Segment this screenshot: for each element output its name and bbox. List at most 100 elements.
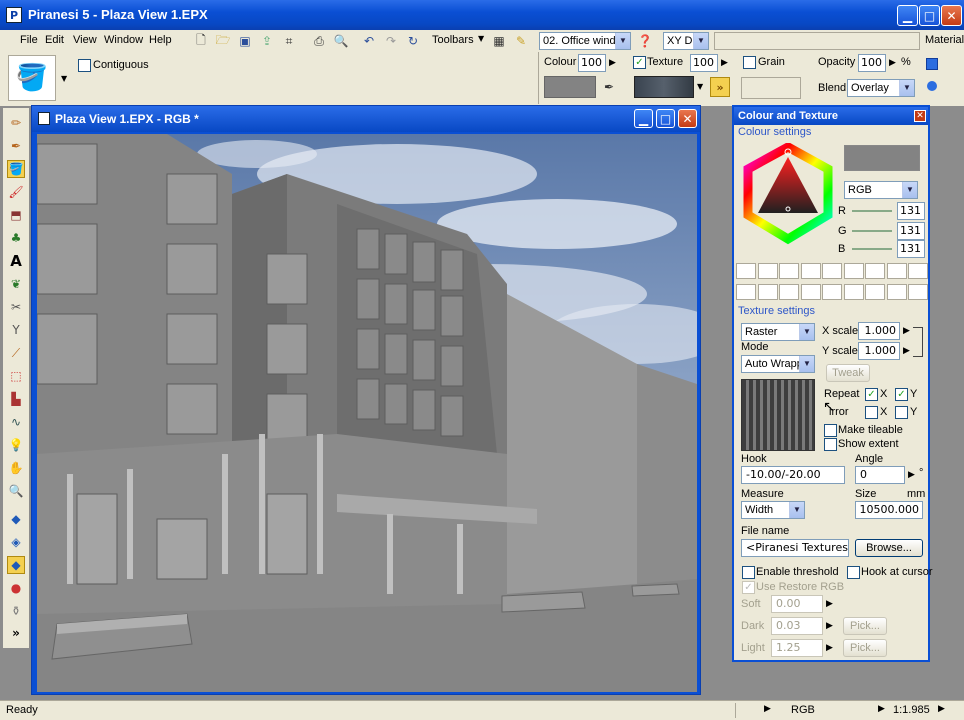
mode-select[interactable]: Auto Wrapp ▼: [741, 355, 815, 373]
cutout-icon[interactable]: ✂: [7, 298, 25, 316]
save-icon[interactable]: ▣: [236, 32, 254, 50]
zoom-arrow-icon[interactable]: ▶: [878, 704, 885, 714]
browse-button[interactable]: Browse...: [855, 539, 923, 557]
mirror-x-checkbox[interactable]: [865, 406, 878, 419]
tool-preset-dropdown-icon[interactable]: ▼: [61, 74, 67, 83]
mirror-y-checkbox[interactable]: [895, 406, 908, 419]
dark-arrow-icon[interactable]: ▶: [824, 617, 835, 635]
axis-select[interactable]: XY D ▼: [663, 32, 709, 50]
hand-icon[interactable]: ✋: [7, 459, 25, 477]
layers-icon[interactable]: ◈: [7, 533, 25, 551]
palette-swatch[interactable]: [908, 263, 928, 279]
colour-wheel[interactable]: [742, 141, 834, 247]
lightbulb-icon[interactable]: 💡: [7, 436, 25, 454]
palette-swatch[interactable]: [800, 263, 821, 279]
zoom-next-icon[interactable]: ▶: [938, 704, 945, 714]
render-canvas[interactable]: [37, 134, 697, 692]
zoom-icon[interactable]: 🔍: [7, 482, 25, 500]
grain-swatch[interactable]: [741, 77, 801, 99]
close-button[interactable]: ✕: [941, 5, 962, 26]
toolbars-dropdown-icon[interactable]: ▼: [478, 34, 484, 43]
material-icon[interactable]: ◆: [7, 556, 25, 574]
viewport-close-button[interactable]: ✕: [678, 109, 697, 128]
r-slider[interactable]: [852, 210, 892, 212]
texture-preview[interactable]: [741, 379, 815, 451]
panel-close-icon[interactable]: ✕: [914, 110, 926, 122]
menu-view[interactable]: View: [73, 34, 97, 46]
tweak-button[interactable]: Tweak: [826, 364, 870, 382]
texture-amount-arrow-icon[interactable]: ▶: [719, 54, 730, 72]
view-select[interactable]: 02. Office windo ▼: [539, 32, 631, 50]
palette-swatch[interactable]: [779, 263, 799, 279]
palette-swatch[interactable]: [757, 284, 778, 300]
xscale-arrow-icon[interactable]: ▶: [901, 322, 912, 340]
cube-icon[interactable]: ◆: [7, 510, 25, 528]
palette-swatch[interactable]: [843, 284, 864, 300]
size-input[interactable]: 10500.000: [855, 501, 923, 519]
refresh-icon[interactable]: ↻: [404, 32, 422, 50]
light-pick-button[interactable]: Pick...: [843, 639, 887, 657]
menu-help[interactable]: Help: [149, 34, 172, 46]
more-tools-icon[interactable]: »: [7, 624, 25, 642]
new-icon[interactable]: 🗋: [192, 32, 210, 50]
soft-arrow-icon[interactable]: ▶: [824, 595, 835, 613]
repeat-y-checkbox[interactable]: ✓: [895, 388, 908, 401]
menu-edit[interactable]: Edit: [45, 34, 64, 46]
blend-mode-icon[interactable]: [927, 81, 937, 91]
palette-swatch[interactable]: [843, 263, 864, 279]
yscale-arrow-icon[interactable]: ▶: [901, 342, 912, 360]
opacity-input[interactable]: 100: [858, 54, 886, 72]
xscale-input[interactable]: 1.000: [858, 322, 900, 340]
box-icon[interactable]: ⬚: [7, 367, 25, 385]
measure-select[interactable]: Width ▼: [741, 501, 805, 519]
palette-swatch[interactable]: [800, 284, 821, 300]
make-tileable-checkbox[interactable]: [824, 424, 837, 437]
colour-mode-select[interactable]: RGB ▼: [844, 181, 918, 199]
scale-lock-icon[interactable]: [913, 327, 923, 357]
menu-window[interactable]: Window: [104, 34, 143, 46]
colour-swatch[interactable]: [544, 76, 596, 98]
show-extent-checkbox[interactable]: [824, 438, 837, 451]
menu-file[interactable]: File: [20, 34, 38, 46]
plant-icon[interactable]: ♣: [7, 229, 25, 247]
contiguous-checkbox[interactable]: [78, 59, 91, 72]
palette-swatch[interactable]: [886, 263, 907, 279]
angle-input[interactable]: 0: [855, 466, 905, 484]
brush-icon[interactable]: 🖌: [7, 183, 25, 201]
texture-amount-input[interactable]: 100: [690, 54, 718, 72]
hook-input[interactable]: -10.00/-20.00: [741, 466, 845, 484]
palette-swatch[interactable]: [865, 263, 885, 279]
minimize-button[interactable]: ▁: [897, 5, 918, 26]
texture-type-select[interactable]: Raster ▼: [741, 323, 815, 341]
use-restore-checkbox[interactable]: ✓: [742, 581, 755, 594]
dark-input[interactable]: 0.03: [771, 617, 823, 635]
palette-swatch[interactable]: [736, 284, 756, 300]
palette-swatch[interactable]: [757, 263, 778, 279]
colour-amount-arrow-icon[interactable]: ▶: [607, 54, 618, 72]
g-slider[interactable]: [852, 230, 892, 232]
maximize-button[interactable]: □: [919, 5, 940, 26]
export-icon[interactable]: ⇪: [258, 32, 276, 50]
palette-swatch[interactable]: [736, 263, 756, 279]
pencil-icon[interactable]: ✏: [7, 114, 25, 132]
palette-swatch[interactable]: [908, 284, 928, 300]
colour-amount-input[interactable]: 100: [578, 54, 606, 72]
b-input[interactable]: 131: [897, 240, 925, 258]
angle-arrow-icon[interactable]: ▶: [906, 466, 917, 484]
help-icon[interactable]: ❓: [636, 32, 654, 50]
undo-icon[interactable]: ↶: [360, 32, 378, 50]
paint-bucket-tool-icon[interactable]: 🪣: [7, 160, 25, 178]
viewport-minimize-button[interactable]: ▁: [634, 109, 653, 128]
text-tool-icon[interactable]: A: [7, 252, 25, 270]
light-arrow-icon[interactable]: ▶: [824, 639, 835, 657]
soft-input[interactable]: 0.00: [771, 595, 823, 613]
viewport-maximize-button[interactable]: □: [656, 109, 675, 128]
palette-swatch[interactable]: [822, 263, 842, 279]
palette-swatch[interactable]: [865, 284, 885, 300]
print-icon[interactable]: ⎙: [310, 32, 328, 50]
filename-input[interactable]: <Piranesi Textures>f: [741, 539, 849, 557]
blend-select[interactable]: Overlay ▼: [847, 79, 915, 97]
g-input[interactable]: 131: [897, 222, 925, 240]
hook-at-cursor-checkbox[interactable]: [847, 566, 860, 579]
palette-swatch[interactable]: [886, 284, 907, 300]
